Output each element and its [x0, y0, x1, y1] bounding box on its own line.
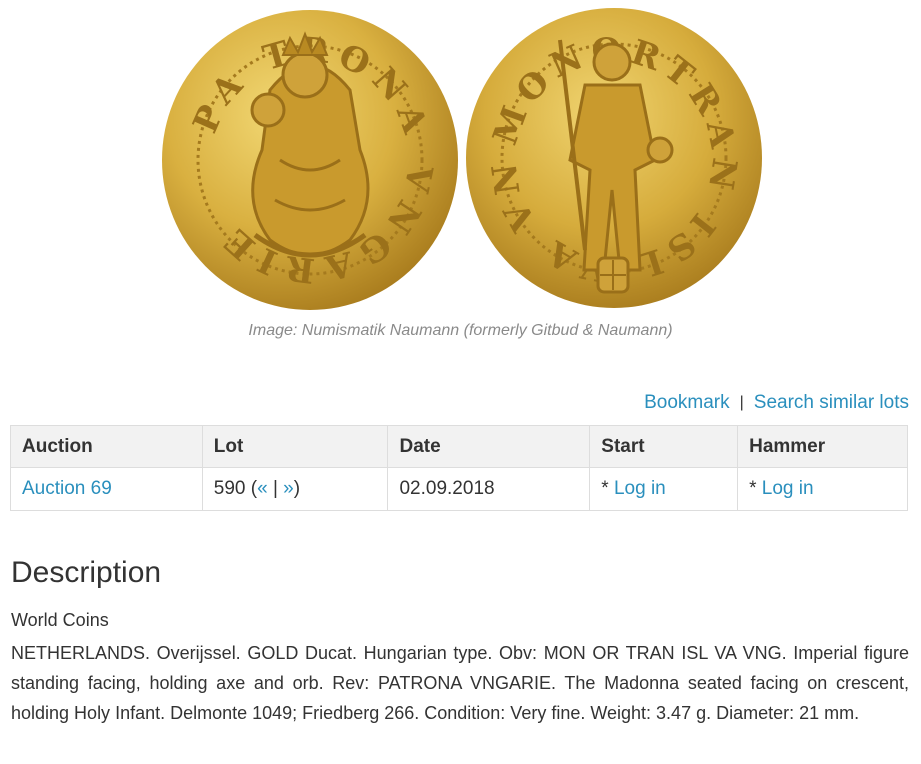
hammer-login-link[interactable]: Log in: [762, 478, 814, 499]
header-lot: Lot: [201, 425, 389, 468]
lot-nav-separator: |: [272, 478, 278, 499]
hammer-asterisk: *: [749, 478, 762, 499]
actions-separator: |: [739, 394, 744, 411]
cell-hammer: * Log in: [737, 467, 908, 511]
lot-info-table: Auction Lot Date Start Hammer Auction 69…: [10, 425, 908, 511]
auction-link[interactable]: Auction 69: [22, 478, 112, 499]
header-auction: Auction: [10, 425, 203, 468]
lot-actions: Bookmark | Search similar lots: [644, 392, 909, 414]
cell-lot: 590 (« | »): [201, 467, 389, 511]
next-lot-link[interactable]: »: [283, 478, 294, 499]
coin-image: PA TRONA VNGARIE MONORTRAN ISL VA VNG: [0, 0, 921, 320]
description-text: NETHERLANDS. Overijssel. GOLD Ducat. Hun…: [11, 643, 909, 723]
description-heading: Description: [11, 556, 162, 589]
search-similar-lots-link[interactable]: Search similar lots: [754, 392, 909, 414]
start-login-link[interactable]: Log in: [614, 478, 666, 499]
header-hammer: Hammer: [737, 425, 908, 468]
lot-close-paren: ): [293, 478, 301, 499]
image-caption: Image: Numismatik Naumann (formerly Gitb…: [248, 322, 673, 339]
obverse-coin: PA TRONA VNGARIE: [162, 10, 458, 310]
description-category: World Coins: [11, 610, 109, 630]
coin-photo: PA TRONA VNGARIE MONORTRAN ISL VA VNG: [0, 0, 762, 310]
cell-date: 02.09.2018: [387, 467, 591, 511]
table-row: Auction 69 590 (« | ») 02.09.2018 * Log …: [10, 467, 908, 511]
header-start: Start: [589, 425, 739, 468]
header-date: Date: [387, 425, 591, 468]
lot-number: 590 (: [213, 478, 258, 499]
cell-auction: Auction 69: [10, 467, 203, 511]
bookmark-link[interactable]: Bookmark: [644, 392, 730, 414]
start-asterisk: *: [601, 478, 614, 499]
table-header-row: Auction Lot Date Start Hammer: [10, 425, 908, 468]
previous-lot-link[interactable]: «: [257, 478, 268, 499]
cell-start: * Log in: [589, 467, 739, 511]
